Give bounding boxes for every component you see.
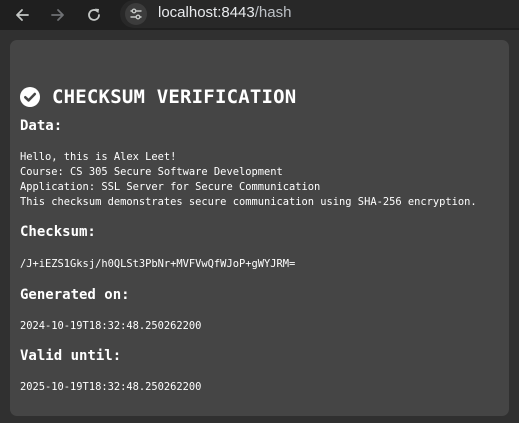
data-line: Application: SSL Server for Secure Commu…: [20, 181, 321, 193]
checksum-card: CHECKSUM VERIFICATION Data: Hello, this …: [10, 40, 509, 416]
address-bar[interactable]: localhost:8443/hash: [120, 0, 519, 28]
generated-heading: Generated on:: [20, 287, 130, 303]
page-title: CHECKSUM VERIFICATION: [52, 86, 297, 108]
generated-value: 2024-10-19T18:32:48.250262200: [20, 320, 202, 332]
reload-button[interactable]: [82, 3, 106, 27]
tune-icon: [130, 8, 142, 20]
valid-until-heading: Valid until:: [20, 348, 122, 364]
page-content: CHECKSUM VERIFICATION Data: Hello, this …: [0, 30, 519, 423]
browser-toolbar: localhost:8443/hash: [0, 0, 519, 30]
valid-until-value: 2025-10-19T18:32:48.250262200: [20, 381, 202, 393]
arrow-right-icon: [51, 9, 64, 21]
data-line: Course: CS 305 Secure Software Developme…: [20, 166, 283, 178]
checksum-heading: Checksum:: [20, 224, 96, 240]
forward-button[interactable]: [46, 3, 70, 27]
checksum-value: /J+iEZS1Gksj/h0QLSt3PbNr+MVFVwQfWJoP+gWY…: [20, 258, 296, 270]
url-text[interactable]: localhost:8443/hash: [158, 4, 291, 21]
back-button[interactable]: [10, 3, 34, 27]
data-line: Hello, this is Alex Leet!: [20, 151, 177, 163]
data-line: This checksum demonstrates secure commun…: [20, 196, 477, 208]
title-row: CHECKSUM VERIFICATION: [20, 86, 296, 108]
url-path: /hash: [254, 4, 292, 21]
data-heading: Data:: [20, 118, 63, 134]
reload-icon: [88, 8, 100, 21]
arrow-left-icon: [16, 9, 29, 21]
url-host: localhost:8443: [158, 4, 255, 21]
site-info-button[interactable]: [125, 3, 147, 25]
check-circle-icon: [20, 87, 40, 107]
